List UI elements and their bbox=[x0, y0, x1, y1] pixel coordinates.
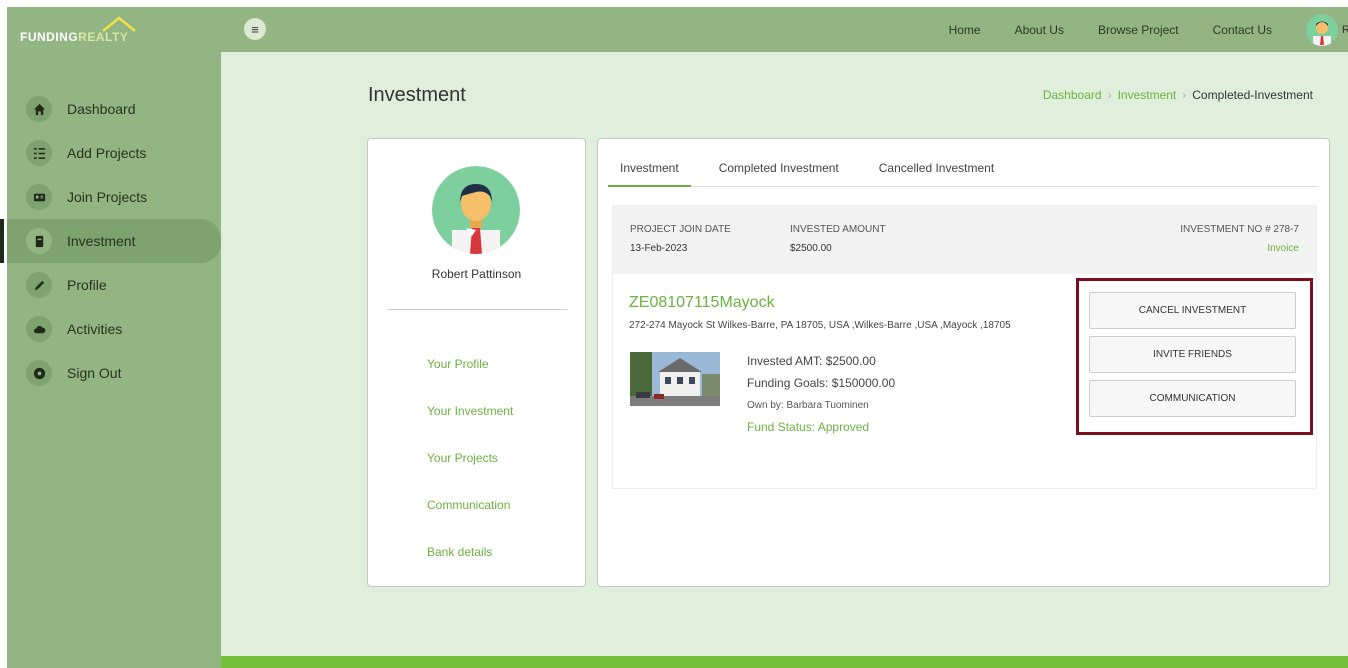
nav-link-contact-us[interactable]: Contact Us bbox=[1213, 23, 1272, 37]
power-icon bbox=[26, 360, 52, 386]
sidebar: FUNDINGREALTY Dashboard Add Projects Joi… bbox=[0, 7, 221, 668]
invoice-link[interactable]: Invoice bbox=[1267, 243, 1299, 254]
sidebar-item-profile[interactable]: Profile bbox=[7, 263, 221, 307]
sidebar-item-label: Dashboard bbox=[67, 101, 136, 117]
id-card-icon bbox=[26, 184, 52, 210]
divider bbox=[387, 309, 567, 310]
tab-completed-investment[interactable]: Completed Investment bbox=[707, 139, 851, 187]
home-icon bbox=[26, 96, 52, 122]
menu-toggle-icon[interactable]: ≡ bbox=[244, 18, 266, 40]
invested-amount-label: INVESTED AMOUNT bbox=[790, 224, 886, 235]
chevron-right-icon: › bbox=[1182, 88, 1187, 102]
nav-link-browse-project[interactable]: Browse Project bbox=[1098, 23, 1179, 37]
sidebar-item-dashboard[interactable]: Dashboard bbox=[7, 87, 221, 131]
sidebar-item-label: Add Projects bbox=[67, 145, 147, 161]
user-avatar[interactable] bbox=[1306, 13, 1338, 46]
sidebar-item-label: Sign Out bbox=[67, 365, 122, 381]
sidebar-item-add-projects[interactable]: Add Projects bbox=[7, 131, 221, 175]
fund-status: Fund Status: Approved bbox=[747, 420, 870, 434]
sidebar-item-join-projects[interactable]: Join Projects bbox=[7, 175, 221, 219]
brand-text: FUNDINGREALTY bbox=[20, 16, 136, 44]
nav-link-home[interactable]: Home bbox=[949, 23, 981, 37]
book-icon bbox=[26, 228, 52, 254]
sidebar-item-label: Activities bbox=[67, 321, 123, 337]
funding-goals: Funding Goals: $150000.00 bbox=[747, 376, 896, 390]
main-content: Investment Dashboard › Investment › Comp… bbox=[221, 52, 1348, 656]
tab-cancelled-investment[interactable]: Cancelled Investment bbox=[867, 139, 1006, 187]
brand-part-1: FUNDING bbox=[20, 30, 79, 44]
sidebar-item-investment[interactable]: Investment bbox=[0, 219, 221, 263]
link-your-investment[interactable]: Your Investment bbox=[427, 404, 513, 451]
nav-link-about-us[interactable]: About Us bbox=[1015, 23, 1064, 37]
breadcrumb-investment[interactable]: Investment bbox=[1118, 88, 1177, 102]
sidebar-item-sign-out[interactable]: Sign Out bbox=[7, 351, 221, 395]
sidebar-item-label: Profile bbox=[67, 277, 107, 293]
sidebar-item-label: Investment bbox=[67, 233, 136, 249]
breadcrumb-dashboard[interactable]: Dashboard bbox=[1043, 88, 1102, 102]
brand-logo[interactable]: FUNDINGREALTY bbox=[7, 7, 221, 67]
top-navigation: Home About Us Browse Project Contact Us … bbox=[949, 7, 1348, 52]
list-icon bbox=[26, 140, 52, 166]
join-date-value: 13-Feb-2023 bbox=[630, 243, 688, 254]
cloud-icon bbox=[26, 316, 52, 342]
profile-card: Robert Pattinson Your Profile Your Inves… bbox=[367, 138, 586, 587]
brand-part-2: REALTY bbox=[78, 30, 129, 44]
investment-number: INVESTMENT NO # 278-7 bbox=[1180, 224, 1299, 235]
investment-item: PROJECT JOIN DATE 13-Feb-2023 INVESTED A… bbox=[612, 205, 1317, 489]
footer-bar bbox=[221, 656, 1348, 668]
roof-icon bbox=[102, 16, 136, 32]
profile-name: Robert Pattinson bbox=[431, 267, 522, 281]
breadcrumb: Dashboard › Investment › Completed-Inves… bbox=[1043, 88, 1313, 102]
topbar: ≡ Home About Us Browse Project Contact U… bbox=[221, 7, 1348, 52]
cancel-investment-button[interactable]: CANCEL INVESTMENT bbox=[1089, 292, 1296, 329]
link-bank-details[interactable]: Bank details bbox=[427, 545, 513, 592]
sidebar-item-label: Join Projects bbox=[67, 189, 148, 205]
investment-card: Investment Completed Investment Cancelle… bbox=[597, 138, 1330, 587]
sidebar-item-activities[interactable]: Activities bbox=[7, 307, 221, 351]
tab-investment[interactable]: Investment bbox=[608, 139, 691, 187]
link-your-projects[interactable]: Your Projects bbox=[427, 451, 513, 498]
avatar bbox=[432, 166, 520, 254]
project-owner: Own by: Barbara Tuominen bbox=[747, 400, 869, 411]
investment-header: PROJECT JOIN DATE 13-Feb-2023 INVESTED A… bbox=[613, 206, 1316, 274]
page-title: Investment bbox=[368, 84, 466, 106]
communication-button[interactable]: COMMUNICATION bbox=[1089, 380, 1296, 417]
breadcrumb-current: Completed-Investment bbox=[1192, 88, 1313, 102]
project-address: 272-274 Mayock St Wilkes-Barre, PA 18705… bbox=[629, 320, 1011, 331]
project-title[interactable]: ZE08107115Mayock bbox=[629, 294, 775, 312]
invested-amount-value: $2500.00 bbox=[790, 243, 832, 254]
user-name-fragment[interactable]: R bbox=[1342, 24, 1348, 36]
sidebar-nav: Dashboard Add Projects Join Projects Inv… bbox=[0, 87, 221, 395]
project-photo[interactable] bbox=[630, 352, 720, 406]
chevron-right-icon: › bbox=[1107, 88, 1112, 102]
invested-amt: Invested AMT: $2500.00 bbox=[747, 354, 876, 368]
join-date-label: PROJECT JOIN DATE bbox=[630, 224, 731, 235]
investment-tabs: Investment Completed Investment Cancelle… bbox=[608, 139, 1318, 187]
link-communication[interactable]: Communication bbox=[427, 498, 513, 545]
invite-friends-button[interactable]: INVITE FRIENDS bbox=[1089, 336, 1296, 373]
link-your-profile[interactable]: Your Profile bbox=[427, 357, 513, 404]
profile-links: Your Profile Your Investment Your Projec… bbox=[427, 357, 513, 592]
pencil-icon bbox=[26, 272, 52, 298]
project-info: Invested AMT: $2500.00 Funding Goals: $1… bbox=[747, 354, 895, 442]
